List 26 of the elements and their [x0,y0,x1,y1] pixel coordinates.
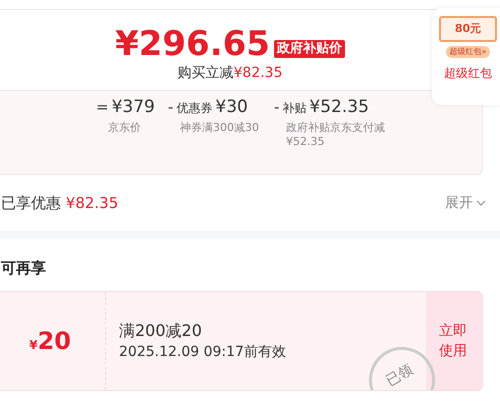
discount-name: 优惠券 [176,100,212,117]
bonus-packet-tag: 超级红包» [446,46,490,58]
amount: ¥379 [112,96,155,119]
coupon-validity: 2025.12.09 09:17前有效 [119,343,287,362]
coupon-value: ¥20 [29,326,71,357]
instant-discount-text: 购买立减¥82.35 [178,64,282,82]
operator: - [274,97,280,118]
coupon-ticket: 80元 [439,16,497,42]
amount-note: 京东价 [108,120,142,134]
discount-name: 补贴 [282,100,306,117]
operator: = [96,97,109,118]
operator: - [168,97,174,118]
use-now-button[interactable]: 立即使用 [426,292,482,390]
amount-note: 政府补贴京东支付减¥52.35 [286,120,386,148]
bonus-packet-label: 超级红包 [444,65,492,82]
price: ¥296.65 [115,26,270,62]
bonus-packet-widget[interactable]: 80元 超级红包» 超级红包 [432,8,500,105]
section-title: 可再享 [1,258,46,278]
coupon-title: 满200减20 [119,320,203,342]
amount-note: 神券满300减30 [180,120,260,134]
amount: ¥52.35 [309,96,369,119]
chevron-down-icon [476,200,486,206]
expand-button[interactable]: 展开 [445,192,486,214]
subsidy-badge: 政府补贴价 [274,40,345,58]
enjoyed-discount-text: 已享优惠 ¥82.35 [1,192,118,214]
amount: ¥30 [215,96,248,119]
